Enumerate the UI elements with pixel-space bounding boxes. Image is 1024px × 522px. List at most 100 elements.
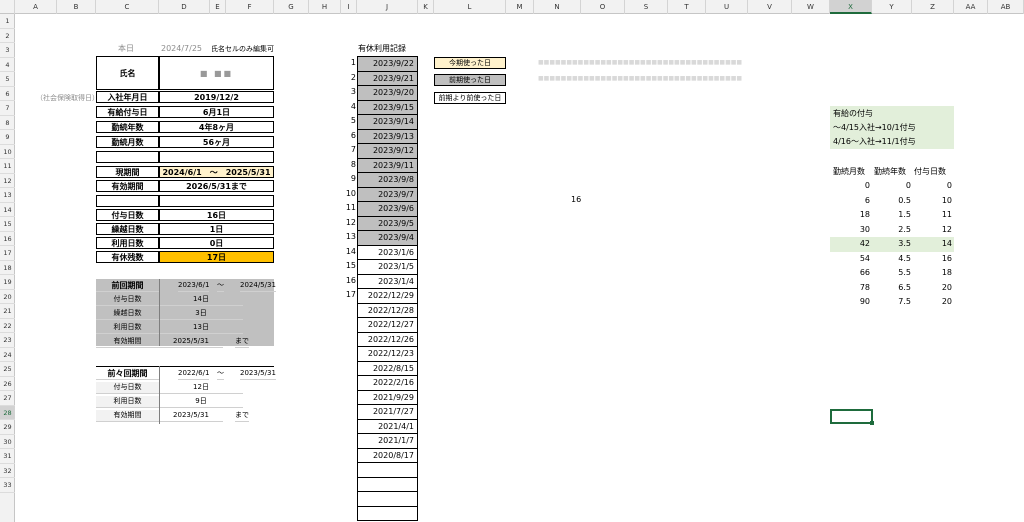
vacation-date[interactable]: 2023/9/13 [357, 129, 418, 144]
row-header[interactable]: 17 [0, 246, 15, 261]
vacation-date[interactable]: 2023/9/12 [357, 144, 418, 159]
column-header[interactable]: L [434, 0, 506, 14]
row-header[interactable]: 15 [0, 217, 15, 232]
row-header[interactable]: 29 [0, 420, 15, 435]
vacation-date[interactable]: 2023/9/4 [357, 231, 418, 246]
vacation-date[interactable]: 2023/1/4 [357, 274, 418, 289]
row-header[interactable]: 5 [0, 72, 15, 87]
grant-cell: 7.5 [898, 297, 911, 306]
vacation-date[interactable]: 2021/9/29 [357, 390, 418, 405]
vacation-date[interactable] [357, 506, 418, 521]
vacation-date[interactable]: 2022/12/23 [357, 347, 418, 362]
column-header[interactable]: Z [912, 0, 954, 14]
row-header[interactable]: 6 [0, 87, 15, 101]
vacation-date[interactable]: 2023/1/5 [357, 260, 418, 275]
grant-cell: 14 [941, 239, 952, 248]
column-header[interactable]: F [226, 0, 274, 14]
vacation-date[interactable]: 2022/12/27 [357, 318, 418, 333]
vacation-date[interactable]: 2022/12/28 [357, 303, 418, 318]
column-header[interactable]: E [210, 0, 226, 14]
row-header[interactable]: 18 [0, 261, 15, 275]
column-header[interactable]: W [792, 0, 830, 14]
vacation-date[interactable]: 2021/7/27 [357, 405, 418, 420]
column-header[interactable]: B [57, 0, 96, 14]
column-header[interactable]: U [706, 0, 748, 14]
column-header[interactable]: Y [872, 0, 912, 14]
row-header[interactable]: 26 [0, 377, 15, 391]
vacation-date[interactable] [357, 477, 418, 492]
vacation-date[interactable]: 2023/1/6 [357, 245, 418, 260]
vacation-date[interactable]: 2023/9/20 [357, 86, 418, 101]
column-header[interactable]: AA [954, 0, 988, 14]
row-header[interactable]: 16 [0, 232, 15, 246]
row-header[interactable]: 1 [0, 14, 15, 29]
vacation-date[interactable] [357, 492, 418, 507]
row-header[interactable]: 27 [0, 391, 15, 406]
vacation-date[interactable]: 2023/9/8 [357, 173, 418, 188]
column-header[interactable]: H [309, 0, 341, 14]
vacation-date[interactable]: 2023/9/21 [357, 71, 418, 86]
vacation-date[interactable]: 2023/9/11 [357, 158, 418, 173]
column-header[interactable]: J [357, 0, 418, 14]
row-header[interactable]: 7 [0, 101, 15, 116]
column-header[interactable]: G [274, 0, 309, 14]
column-header[interactable]: M [506, 0, 534, 14]
vacation-date[interactable]: 2023/9/15 [357, 100, 418, 115]
row-header[interactable]: 2 [0, 29, 15, 43]
vacation-date[interactable]: 2020/8/17 [357, 448, 418, 463]
vacation-date[interactable]: 2022/12/26 [357, 332, 418, 347]
select-all-corner[interactable] [0, 0, 15, 14]
row-header[interactable]: 23 [0, 333, 15, 348]
vacation-index: 16 [345, 275, 356, 285]
column-header[interactable]: T [668, 0, 706, 14]
column-header[interactable]: A [15, 0, 57, 14]
column-header[interactable]: K [418, 0, 434, 14]
column-header[interactable]: V [748, 0, 792, 14]
column-header[interactable]: I [341, 0, 357, 14]
column-header[interactable]: D [159, 0, 210, 14]
vacation-date[interactable]: 2023/9/7 [357, 187, 418, 202]
row-header[interactable]: 22 [0, 319, 15, 333]
row-header[interactable]: 33 [0, 478, 15, 493]
row-header[interactable]: 9 [0, 130, 15, 145]
column-header[interactable]: O [581, 0, 625, 14]
vacation-date[interactable]: 2022/8/15 [357, 361, 418, 376]
vacation-date[interactable]: 2023/9/6 [357, 202, 418, 217]
row-header[interactable]: 12 [0, 174, 15, 188]
vacation-date[interactable]: 2023/9/22 [357, 57, 418, 72]
row-header[interactable]: 14 [0, 203, 15, 217]
row-header[interactable]: 24 [0, 348, 15, 362]
vacation-date[interactable]: 2021/4/1 [357, 419, 418, 434]
info-value-name[interactable]: ■ ■■ [159, 56, 274, 90]
fill-handle[interactable] [870, 421, 874, 425]
row-header[interactable]: 30 [0, 435, 15, 449]
vacation-date[interactable]: 2023/9/5 [357, 216, 418, 231]
vacation-date[interactable]: 2021/1/7 [357, 434, 418, 449]
column-header-selected[interactable]: X [830, 0, 872, 14]
row-header[interactable]: 28 [0, 405, 15, 420]
vacation-date[interactable] [357, 463, 418, 478]
row-header[interactable]: 4 [0, 58, 15, 72]
column-header[interactable]: S [625, 0, 668, 14]
column-header[interactable]: C [96, 0, 159, 14]
prev2-end: 2023/5/31 [240, 368, 276, 380]
vacation-date[interactable]: 2022/2/16 [357, 376, 418, 391]
row-header[interactable]: 13 [0, 188, 15, 203]
column-header[interactable]: N [534, 0, 581, 14]
row-header[interactable]: 19 [0, 275, 15, 290]
row-header[interactable]: 31 [0, 449, 15, 464]
row-header[interactable]: 8 [0, 116, 15, 130]
selected-cell[interactable] [830, 409, 873, 424]
row-header[interactable]: 11 [0, 159, 15, 174]
row-header[interactable]: 3 [0, 43, 15, 58]
row-header[interactable]: 32 [0, 464, 15, 478]
vacation-date[interactable]: 2022/12/29 [357, 289, 418, 304]
row-header[interactable]: 25 [0, 362, 15, 377]
row-header[interactable]: 20 [0, 290, 15, 304]
info-value-used: 0日 [159, 237, 274, 249]
cell-value-16[interactable]: 16 [571, 194, 581, 206]
vacation-date[interactable]: 2023/9/14 [357, 115, 418, 130]
column-header[interactable]: AB [988, 0, 1024, 14]
row-header[interactable]: 21 [0, 304, 15, 319]
row-header[interactable]: 10 [0, 145, 15, 159]
